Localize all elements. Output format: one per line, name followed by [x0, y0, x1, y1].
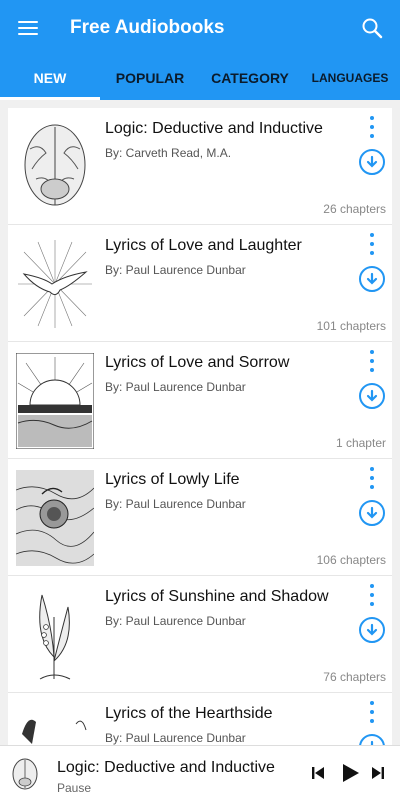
- download-button[interactable]: [359, 617, 385, 643]
- book-card[interactable]: Lyrics of Lowly Life By: Paul Laurence D…: [8, 459, 392, 576]
- book-card[interactable]: Lyrics of Sunshine and Shadow By: Paul L…: [8, 576, 392, 693]
- chapter-count: 1 chapter: [335, 436, 386, 450]
- book-author: By: Paul Laurence Dunbar: [105, 497, 246, 511]
- download-icon: [366, 623, 378, 636]
- book-author: By: Paul Laurence Dunbar: [105, 263, 246, 277]
- search-icon: [362, 18, 383, 39]
- book-cover: [16, 353, 94, 449]
- tab-category[interactable]: CATEGORY: [200, 56, 300, 100]
- book-card[interactable]: Logic: Deductive and Inductive By: Carve…: [8, 108, 392, 225]
- brain-illustration: [24, 124, 86, 206]
- chapter-count: 101 chapters: [316, 319, 386, 333]
- book-cover: [16, 119, 94, 215]
- tab-bar: NEW POPULAR CATEGORY LANGUAGES: [0, 56, 400, 100]
- book-title: Lyrics of the Hearthside: [105, 705, 273, 722]
- more-vert-icon[interactable]: [364, 699, 380, 725]
- app-title: Free Audiobooks: [70, 17, 225, 38]
- book-title: Lyrics of Lowly Life: [105, 471, 240, 488]
- book-title: Lyrics of Love and Laughter: [105, 237, 302, 254]
- play-icon: [343, 764, 359, 782]
- thistle-illustration: [16, 470, 94, 566]
- tab-new[interactable]: NEW: [0, 56, 100, 100]
- more-vert-icon[interactable]: [364, 231, 380, 257]
- menu-icon: [18, 21, 38, 35]
- more-vert-icon[interactable]: [364, 582, 380, 608]
- tab-popular[interactable]: POPULAR: [100, 56, 200, 100]
- chapter-count: 106 chapters: [316, 553, 386, 567]
- more-vert-icon[interactable]: [364, 348, 380, 374]
- book-card[interactable]: Lyrics of Love and Sorrow By: Paul Laure…: [8, 342, 392, 459]
- skip-next-icon: [372, 767, 384, 779]
- book-cover: [16, 470, 94, 566]
- menu-button[interactable]: [0, 0, 56, 56]
- tab-languages[interactable]: LANGUAGES: [300, 56, 400, 100]
- book-cover: [16, 587, 94, 683]
- download-icon: [366, 389, 378, 402]
- play-button[interactable]: [337, 760, 363, 786]
- skip-previous-icon: [312, 767, 324, 779]
- download-icon: [366, 506, 378, 519]
- download-icon: [366, 155, 378, 168]
- lily-illustration: [39, 594, 71, 680]
- book-card[interactable]: Lyrics of Love and Laughter By: Paul Lau…: [8, 225, 392, 342]
- book-list: Logic: Deductive and Inductive By: Carve…: [8, 108, 392, 800]
- chapter-count: 76 chapters: [323, 670, 386, 684]
- more-vert-icon[interactable]: [364, 465, 380, 491]
- book-title: Lyrics of Sunshine and Shadow: [105, 588, 329, 605]
- player-cover: [9, 756, 41, 792]
- skip-previous-button[interactable]: [307, 762, 329, 784]
- skip-next-button[interactable]: [367, 762, 389, 784]
- book-title: Lyrics of Love and Sorrow: [105, 354, 290, 371]
- player-title: Logic: Deductive and Inductive: [57, 759, 275, 776]
- download-button[interactable]: [359, 266, 385, 292]
- book-author: By: Paul Laurence Dunbar: [105, 731, 246, 745]
- sunset-illustration: [16, 353, 94, 449]
- download-icon: [366, 272, 378, 285]
- download-button[interactable]: [359, 383, 385, 409]
- more-vert-icon[interactable]: [364, 114, 380, 140]
- book-title: Logic: Deductive and Inductive: [105, 120, 323, 137]
- mini-player[interactable]: Logic: Deductive and Inductive Pause: [0, 745, 400, 800]
- app-bar: Free Audiobooks: [0, 0, 400, 56]
- book-cover: [16, 236, 94, 332]
- book-author: By: Carveth Read, M.A.: [105, 146, 232, 160]
- book-author: By: Paul Laurence Dunbar: [105, 380, 246, 394]
- brain-thumbnail: [12, 758, 38, 790]
- download-button[interactable]: [359, 149, 385, 175]
- chapter-count: 26 chapters: [323, 202, 386, 216]
- search-button[interactable]: [344, 0, 400, 56]
- book-author: By: Paul Laurence Dunbar: [105, 614, 246, 628]
- player-status: Pause: [57, 781, 92, 795]
- dove-illustration: [18, 240, 92, 328]
- download-button[interactable]: [359, 500, 385, 526]
